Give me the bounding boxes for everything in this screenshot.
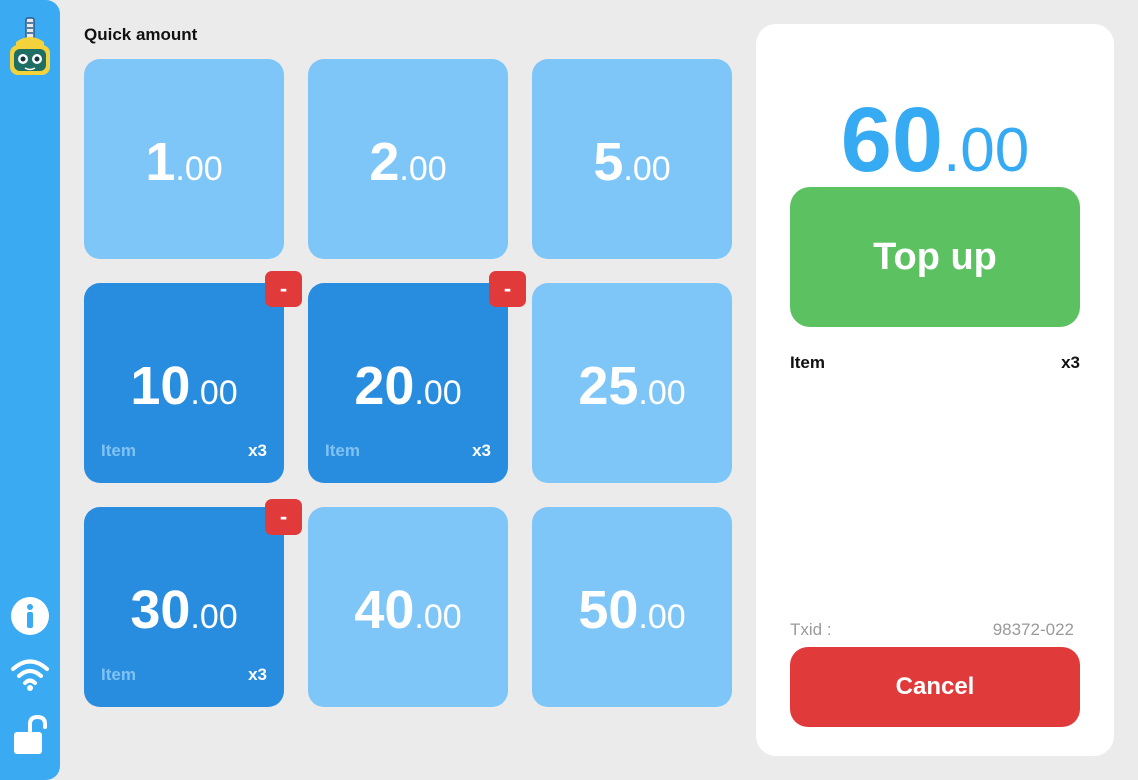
wifi-icon[interactable] <box>0 656 60 692</box>
info-icon[interactable] <box>0 596 60 636</box>
cancel-button[interactable]: Cancel <box>790 647 1080 727</box>
amount-tile-5[interactable]: 5.00 <box>532 59 732 259</box>
remove-20-button[interactable]: - <box>489 271 526 307</box>
line-item-label: Item <box>790 353 825 372</box>
tile-item-qty: x3 <box>248 665 267 684</box>
remove-10-button[interactable]: - <box>265 271 302 307</box>
amount-tile-10[interactable]: 10.00 Item x3 <box>84 283 284 483</box>
amount-tile-20[interactable]: 20.00 Item x3 <box>308 283 508 483</box>
tile-item-label: Item <box>101 665 136 684</box>
txid-value: 98372-022 <box>992 620 1074 639</box>
tile-item-label: Item <box>101 441 136 460</box>
top-up-button[interactable]: Top up <box>790 187 1080 327</box>
tile-amount: 40.00 <box>354 580 462 640</box>
line-item-qty: x3 <box>1061 353 1080 372</box>
sidebar <box>0 0 60 780</box>
total-amount: 60.00 <box>840 89 1030 191</box>
tile-item-qty: x3 <box>472 441 491 460</box>
amount-tile-50[interactable]: 50.00 <box>532 507 732 707</box>
unlock-icon[interactable] <box>0 714 60 756</box>
remove-30-button[interactable]: - <box>265 499 302 535</box>
amount-tile-40[interactable]: 40.00 <box>308 507 508 707</box>
amount-tile-2[interactable]: 2.00 <box>308 59 508 259</box>
tile-amount: 2.00 <box>369 132 447 192</box>
tile-item-label: Item <box>325 441 360 460</box>
tile-amount: 20.00 <box>354 356 462 416</box>
amount-tile-25[interactable]: 25.00 <box>532 283 732 483</box>
amount-tile-30[interactable]: 30.00 Item x3 <box>84 507 284 707</box>
tile-amount: 1.00 <box>145 132 223 192</box>
tile-amount: 30.00 <box>130 580 238 640</box>
robot-logo-icon <box>8 16 52 78</box>
txid-label: Txid : <box>790 620 832 639</box>
tile-amount: 10.00 <box>130 356 238 416</box>
tile-amount: 25.00 <box>578 356 686 416</box>
summary-panel: 60.00 Top up Item x3 Txid : 98372-022 Ca… <box>756 24 1114 756</box>
quick-amount-title: Quick amount <box>84 25 198 44</box>
tile-amount: 5.00 <box>593 132 671 192</box>
tile-item-qty: x3 <box>248 441 267 460</box>
tile-amount: 50.00 <box>578 580 686 640</box>
amount-tile-1[interactable]: 1.00 <box>84 59 284 259</box>
